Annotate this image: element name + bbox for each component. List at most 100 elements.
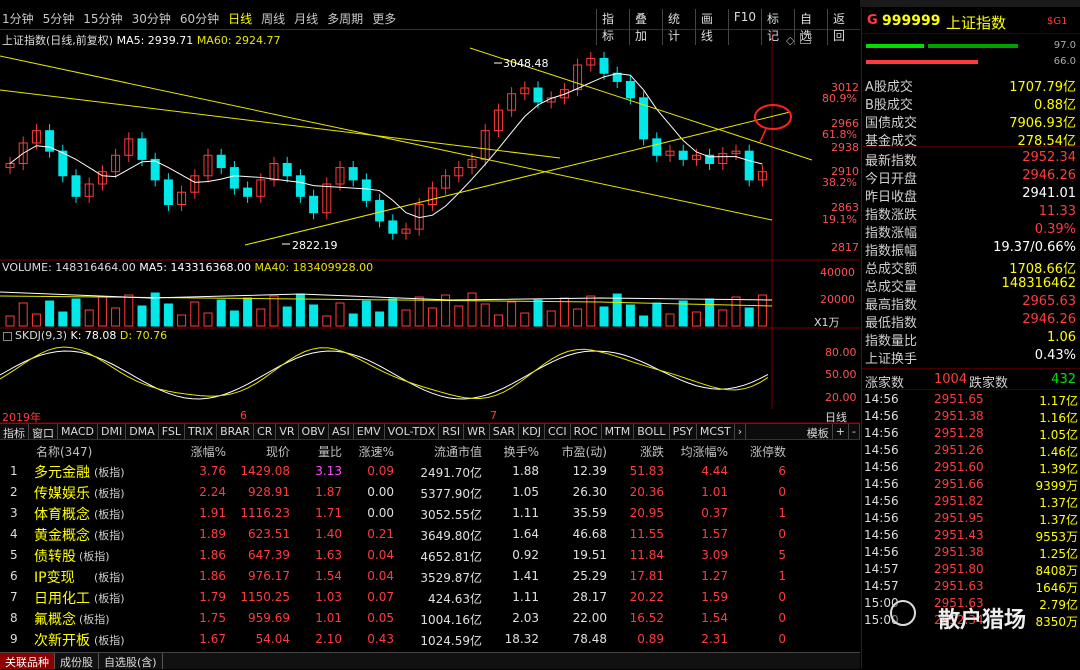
indicator-tab-16[interactable]: SAR: [490, 424, 520, 439]
indicator-tab-19[interactable]: ROC: [571, 424, 602, 439]
table-row[interactable]: 2 传媒娱乐 (板指) 2.24 928.91 1.87 0.00 5377.90亿 1.05 2…: [0, 482, 860, 503]
kline-chart-area[interactable]: 上证指数(日线,前复权) MA5: 2939.71 MA60: 2924.77 …: [0, 30, 860, 410]
indicator-tab-24[interactable]: ›: [735, 424, 747, 439]
indicator-tab-13[interactable]: VOL-TDX: [385, 424, 440, 439]
indicator-tab-23[interactable]: MCST: [697, 424, 735, 439]
indicator-tab-1[interactable]: 窗口: [29, 424, 58, 440]
table-row[interactable]: 7 日用化工 (板指) 1.79 1150.25 1.03 0.07 424.63亿 1.11 2…: [0, 587, 860, 608]
kline-chart-svg[interactable]: [0, 30, 860, 410]
bottom-tab-0[interactable]: 关联品种: [0, 653, 55, 669]
indicator-tab-21[interactable]: BOLL: [634, 424, 670, 439]
stat-value: 0.39%: [1034, 222, 1076, 237]
col-header-6[interactable]: 换手%: [504, 443, 539, 460]
table-row[interactable]: 6 IP变现 (板指) 1.86 976.17 1.54 0.04 3529.87亿 1.41 2…: [0, 566, 860, 587]
col-header-7[interactable]: 市盈(动): [562, 443, 607, 460]
col-header-0[interactable]: 名称(347): [36, 443, 92, 460]
tick-time: 14:56: [864, 528, 899, 542]
indicator-tab-17[interactable]: KDJ: [519, 424, 545, 439]
cell-mcap: 1024.59亿: [420, 634, 482, 648]
table-row[interactable]: 4 黄金概念 (板指) 1.89 623.51 1.40 0.21 3649.80亿 1.64 4…: [0, 524, 860, 545]
bottom-tab-1[interactable]: 成份股: [55, 653, 99, 669]
stat-row: 上证换手 0.43%: [865, 348, 1076, 367]
table-row[interactable]: 3 体育概念 (板指) 1.91 1116.23 1.71 0.00 3052.55亿 1.11…: [0, 503, 860, 524]
col-header-4[interactable]: 涨速%: [359, 443, 394, 460]
indicator-tab-20[interactable]: MTM: [602, 424, 635, 439]
indicator-right-2[interactable]: -: [849, 424, 860, 439]
indicator-tab-6[interactable]: TRIX: [185, 424, 218, 439]
candle-body: [375, 199, 385, 222]
cell-turn: 1.41: [512, 569, 539, 583]
tick-row: 14:56 2951.28 1.05亿: [864, 426, 1078, 443]
volume-bar: [282, 306, 292, 327]
indicator-tab-10[interactable]: OBV: [299, 424, 329, 439]
sector-tag: (板指): [79, 613, 110, 626]
cell-mcap: 1004.16亿: [420, 613, 482, 627]
table-row[interactable]: 9 次新开板 (板指) 1.67 54.04 2.10 0.43 1024.59亿 18.32 7…: [0, 629, 860, 650]
tick-row: 14:57 2951.80 8408万: [864, 562, 1078, 579]
table-row[interactable]: 1 多元金融 (板指) 3.76 1429.08 3.13 0.09 2491.70亿 1.88…: [0, 461, 860, 482]
cell-price: 976.17: [248, 569, 290, 583]
indicator-tab-5[interactable]: FSL: [159, 424, 185, 439]
close-panel-icon[interactable]: [800, 33, 811, 44]
bottom-tab-2[interactable]: 自选股(含): [99, 653, 163, 669]
skdj-toggle-icon[interactable]: [3, 332, 12, 341]
volume-bar: [71, 298, 81, 327]
col-header-2[interactable]: 现价: [266, 443, 290, 460]
tick-volume: 8350万: [1035, 615, 1078, 629]
period-3[interactable]: 30分钟: [132, 10, 171, 27]
cell-avg: 1.01: [701, 485, 728, 499]
collapse-icon[interactable]: ◇: [786, 34, 794, 47]
cell-pe: 12.39: [572, 464, 607, 478]
col-header-5[interactable]: 流通市值: [434, 443, 482, 460]
indicator-tab-4[interactable]: DMA: [126, 424, 159, 439]
period-7[interactable]: 月线: [294, 10, 318, 27]
indicator-tab-7[interactable]: BRAR: [217, 424, 255, 439]
volume-bar: [480, 303, 490, 327]
stat-value: 19.37/0.66%: [993, 240, 1076, 255]
indicator-tab-2[interactable]: MACD: [58, 424, 98, 439]
indicator-right-1[interactable]: +: [833, 424, 850, 439]
volume-bar: [718, 309, 728, 327]
table-row[interactable]: 8 氟概念 (板指) 1.75 959.69 1.01 0.05 1004.16亿 2.03 22…: [0, 608, 860, 629]
stat-value: 2941.01: [1022, 186, 1076, 201]
indicator-tab-3[interactable]: DMI: [98, 424, 127, 439]
indicator-tab-15[interactable]: WR: [464, 424, 490, 439]
volume-bar: [269, 295, 279, 327]
indicator-right-0[interactable]: 模板: [804, 424, 833, 440]
period-6[interactable]: 周线: [261, 10, 285, 27]
period-9[interactable]: 更多: [372, 10, 396, 27]
period-8[interactable]: 多周期: [327, 10, 363, 27]
indicator-tab-22[interactable]: PSY: [670, 424, 697, 439]
col-header-10[interactable]: 涨停数: [750, 443, 786, 460]
col-header-9[interactable]: 均涨幅%: [681, 443, 728, 460]
turnover-label: A股成交: [865, 80, 913, 95]
period-0[interactable]: 1分钟: [2, 10, 34, 27]
pct-tick-3: 19.1%: [822, 213, 857, 226]
indicator-tab-9[interactable]: VR: [276, 424, 299, 439]
cell-mcap: 4652.81亿: [420, 550, 482, 564]
skdj-d-line: [0, 346, 769, 400]
col-header-1[interactable]: 涨幅%: [191, 443, 226, 460]
tick-price: 2951.60: [934, 460, 984, 474]
candle-body: [625, 80, 635, 99]
period-5[interactable]: 日线: [228, 10, 252, 27]
period-2[interactable]: 15分钟: [83, 10, 122, 27]
period-4[interactable]: 60分钟: [180, 10, 219, 27]
table-row[interactable]: 5 债转股 (板指) 1.86 647.39 1.63 0.04 4652.81亿 0.92 19…: [0, 545, 860, 566]
indicator-tab-11[interactable]: ASI: [329, 424, 354, 439]
indicator-tab-0[interactable]: 指标: [0, 424, 29, 440]
indicator-tab-18[interactable]: CCI: [545, 424, 571, 439]
candle-body: [58, 150, 68, 177]
col-header-8[interactable]: 涨跌: [640, 443, 664, 460]
col-header-3[interactable]: 量比: [318, 443, 342, 460]
turnover-row: A股成交 1707.79亿: [865, 76, 1076, 95]
indicator-tab-12[interactable]: EMV: [354, 424, 385, 439]
indicator-tab-14[interactable]: RSI: [439, 424, 465, 439]
volume-bar: [5, 315, 15, 327]
cell-pe: 28.17: [572, 590, 607, 604]
indicator-tab-8[interactable]: CR: [254, 424, 277, 439]
period-1[interactable]: 5分钟: [43, 10, 75, 27]
cell-vr: 1.03: [315, 590, 342, 604]
volume-bar: [599, 306, 609, 327]
tick-price: 2951.63: [934, 579, 984, 593]
